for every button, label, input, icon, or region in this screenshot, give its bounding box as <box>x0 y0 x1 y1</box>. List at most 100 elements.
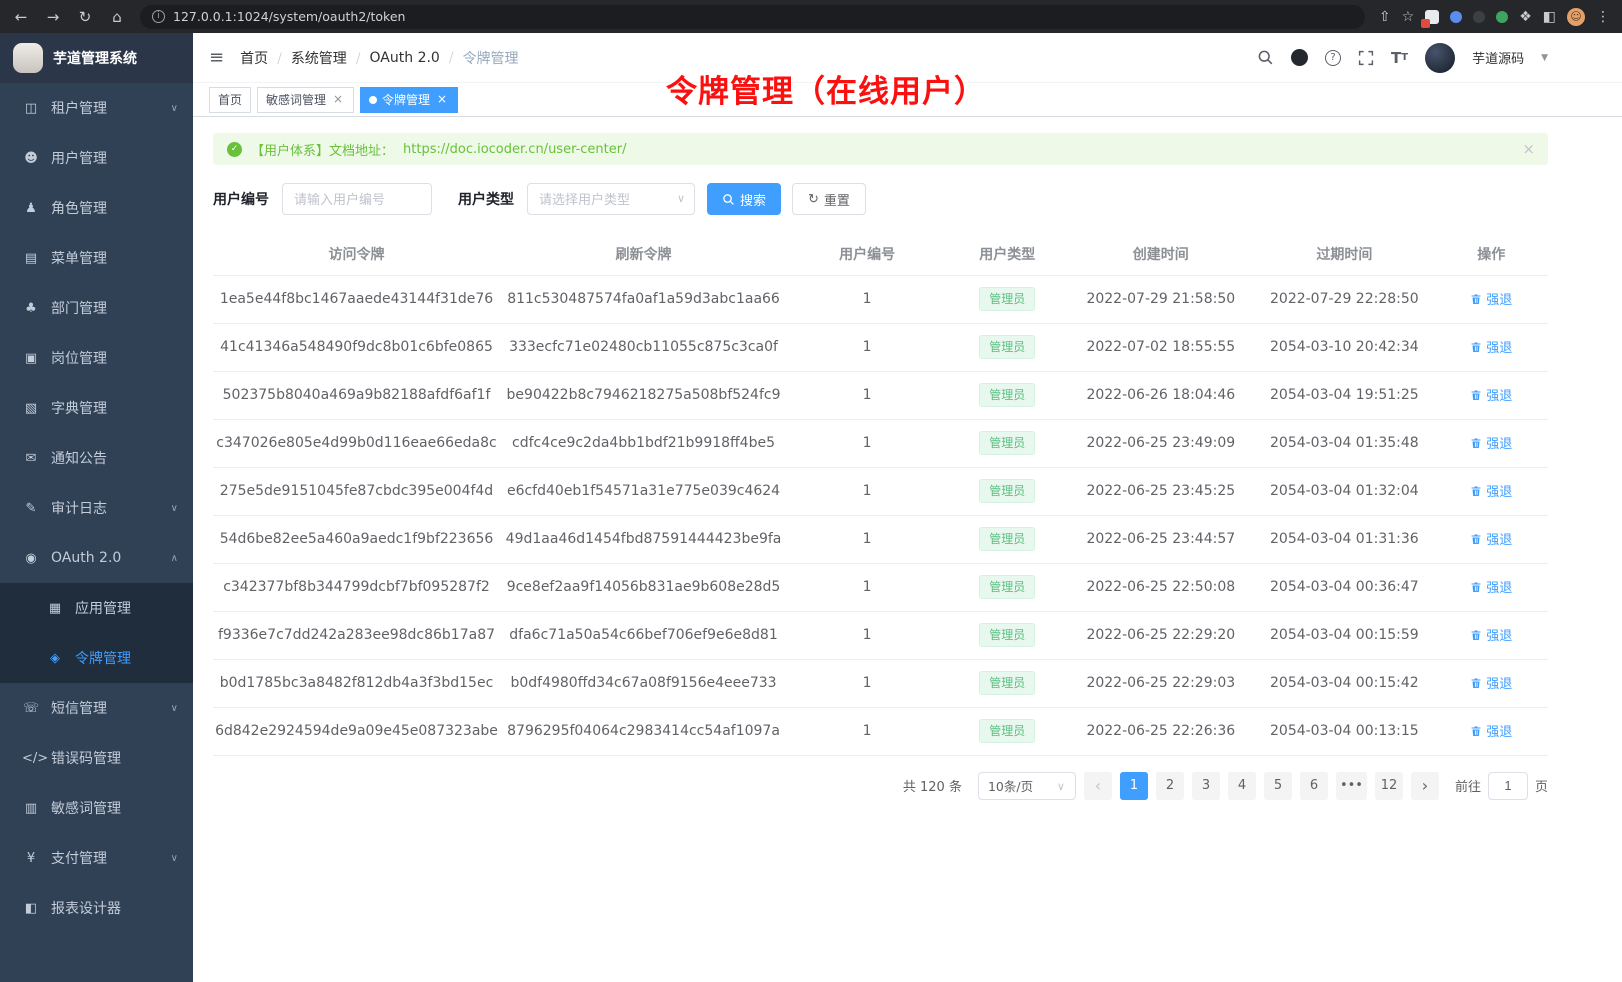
extension-green-icon[interactable] <box>1496 11 1508 23</box>
alert-close-icon[interactable]: × <box>1522 140 1535 158</box>
goto-page-input[interactable] <box>1488 772 1528 800</box>
expired-time-cell: 2054-03-04 00:13:15 <box>1254 707 1434 755</box>
user-type-select[interactable] <box>527 183 695 215</box>
refresh-icon[interactable]: ↻ <box>76 8 94 26</box>
sidebar-item[interactable]: ☏ 短信管理 ∨ <box>0 683 193 733</box>
action-cell: 强退 <box>1434 515 1548 563</box>
page-button[interactable]: ••• <box>1336 772 1367 800</box>
page-button[interactable]: 6 <box>1300 772 1328 800</box>
puzzle-extensions-icon[interactable]: ❖ <box>1519 9 1532 25</box>
sidebar-item[interactable]: ☻ 用户管理 <box>0 133 193 183</box>
menu-item-icon: ▣ <box>22 351 40 366</box>
force-logout-button[interactable]: 强退 <box>1470 337 1512 356</box>
sidebar-item[interactable]: ◧ 报表设计器 <box>0 883 193 933</box>
close-icon[interactable]: × <box>435 93 449 107</box>
sidebar-item[interactable]: ¥ 支付管理 ∨ <box>0 833 193 883</box>
overflow-menu-icon[interactable]: ⋮ <box>1596 9 1610 25</box>
sidebar-item[interactable]: ▣ 岗位管理 <box>0 333 193 383</box>
force-logout-button[interactable]: 强退 <box>1470 625 1512 644</box>
page-button[interactable]: 3 <box>1192 772 1220 800</box>
tab-label: 首页 <box>218 91 242 108</box>
bookmark-star-icon[interactable]: ☆ <box>1402 9 1415 25</box>
breadcrumb-item[interactable]: OAuth 2.0 <box>370 50 454 66</box>
page-button[interactable]: 4 <box>1228 772 1256 800</box>
delete-icon <box>1470 437 1482 449</box>
username[interactable]: 芋道源码 <box>1472 48 1524 67</box>
sidebar-item[interactable]: ▥ 敏感词管理 <box>0 783 193 833</box>
force-logout-button[interactable]: 强退 <box>1470 481 1512 500</box>
breadcrumb-item[interactable]: 令牌管理 <box>463 48 528 68</box>
browser-profile-avatar[interactable]: ☺ <box>1567 8 1585 26</box>
user-type-cell: 管理员 <box>947 707 1067 755</box>
user-id-input[interactable] <box>282 183 432 215</box>
address-bar[interactable]: i 127.0.0.1:1024/system/oauth2/token <box>140 5 1365 29</box>
refresh-token-cell: 811c530487574fa0af1a59d3abc1aa66 <box>500 275 787 323</box>
expired-time-cell: 2054-03-04 00:15:59 <box>1254 611 1434 659</box>
force-logout-button[interactable]: 强退 <box>1470 433 1512 452</box>
sidebar-item[interactable]: ▧ 字典管理 <box>0 383 193 433</box>
sidebar-item[interactable]: ▤ 菜单管理 <box>0 233 193 283</box>
collapse-sidebar-icon[interactable]: ≡ <box>209 47 224 68</box>
search-icon[interactable] <box>1257 49 1274 66</box>
user-type-badge: 管理员 <box>979 623 1035 647</box>
chevron-down-icon: ∨ <box>171 103 178 114</box>
font-size-icon[interactable]: TT <box>1391 49 1408 67</box>
page-button[interactable]: 1 <box>1120 772 1148 800</box>
sidebar-item[interactable]: </> 错误码管理 <box>0 733 193 783</box>
help-icon[interactable]: ? <box>1325 50 1341 66</box>
tab[interactable]: 首页 <box>209 87 251 113</box>
sidebar-item[interactable]: ◫ 租户管理 ∨ <box>0 83 193 133</box>
force-logout-button[interactable]: 强退 <box>1470 673 1512 692</box>
force-logout-button[interactable]: 强退 <box>1470 385 1512 404</box>
extension-blue-icon[interactable] <box>1450 11 1462 23</box>
menu-item-label: 岗位管理 <box>51 348 107 368</box>
next-page-button[interactable]: › <box>1411 772 1439 800</box>
force-logout-button[interactable]: 强退 <box>1470 289 1512 308</box>
breadcrumb-item[interactable]: 首页 <box>240 48 282 68</box>
doc-link[interactable]: https://doc.iocoder.cn/user-center/ <box>403 142 626 157</box>
close-icon[interactable]: × <box>331 93 345 107</box>
menu-item-label: 令牌管理 <box>75 648 131 668</box>
sidebar-item[interactable]: ♣ 部门管理 <box>0 283 193 333</box>
page-button[interactable]: 2 <box>1156 772 1184 800</box>
page-button[interactable]: 5 <box>1264 772 1292 800</box>
app-logo[interactable]: 芋道管理系统 <box>0 33 193 83</box>
sidebar-item[interactable]: ▦ 应用管理 <box>0 583 193 633</box>
menu-item-label: 应用管理 <box>75 598 131 618</box>
page-size-select[interactable]: 10条/页 ∨ <box>978 772 1076 800</box>
user-type-badge: 管理员 <box>979 671 1035 695</box>
page-button[interactable]: 12 <box>1375 772 1403 800</box>
sidebar-item[interactable]: ◈ 令牌管理 <box>0 633 193 683</box>
goto-suffix: 页 <box>1535 776 1548 795</box>
tab[interactable]: 令牌管理 × <box>360 87 458 113</box>
share-icon[interactable]: ⇧ <box>1379 9 1391 25</box>
created-time-cell: 2022-06-26 18:04:46 <box>1067 371 1254 419</box>
sidebar-item[interactable]: ♟ 角色管理 <box>0 183 193 233</box>
fullscreen-icon[interactable] <box>1358 50 1374 66</box>
site-info-icon[interactable]: i <box>152 10 165 23</box>
tab[interactable]: 敏感词管理 × <box>257 87 354 113</box>
success-check-icon: ✓ <box>227 142 242 157</box>
extension-dark-icon[interactable] <box>1473 11 1485 23</box>
prev-page-button[interactable]: ‹ <box>1084 772 1112 800</box>
forward-icon[interactable]: → <box>44 8 62 26</box>
force-logout-button[interactable]: 强退 <box>1470 577 1512 596</box>
force-logout-button[interactable]: 强退 <box>1470 721 1512 740</box>
sidebar-item[interactable]: ✎ 审计日志 ∨ <box>0 483 193 533</box>
sidebar-item[interactable]: ✉ 通知公告 <box>0 433 193 483</box>
force-logout-button[interactable]: 强退 <box>1470 529 1512 548</box>
home-icon[interactable]: ⌂ <box>108 8 126 26</box>
delete-icon <box>1470 341 1482 353</box>
breadcrumb-item[interactable]: 系统管理 <box>291 48 361 68</box>
user-caret-down-icon[interactable]: ▼ <box>1541 53 1548 63</box>
reset-button[interactable]: ↻ 重置 <box>792 183 866 215</box>
extension-badged-icon[interactable] <box>1425 10 1439 24</box>
github-icon[interactable] <box>1291 49 1308 66</box>
search-button[interactable]: 搜索 <box>707 183 781 215</box>
created-time-cell: 2022-07-02 18:55:55 <box>1067 323 1254 371</box>
back-icon[interactable]: ← <box>12 8 30 26</box>
user-avatar[interactable] <box>1425 43 1455 73</box>
split-view-icon[interactable]: ◧ <box>1543 9 1556 25</box>
force-logout-label: 强退 <box>1486 673 1512 692</box>
sidebar-item[interactable]: ◉ OAuth 2.0 ∧ <box>0 533 193 583</box>
